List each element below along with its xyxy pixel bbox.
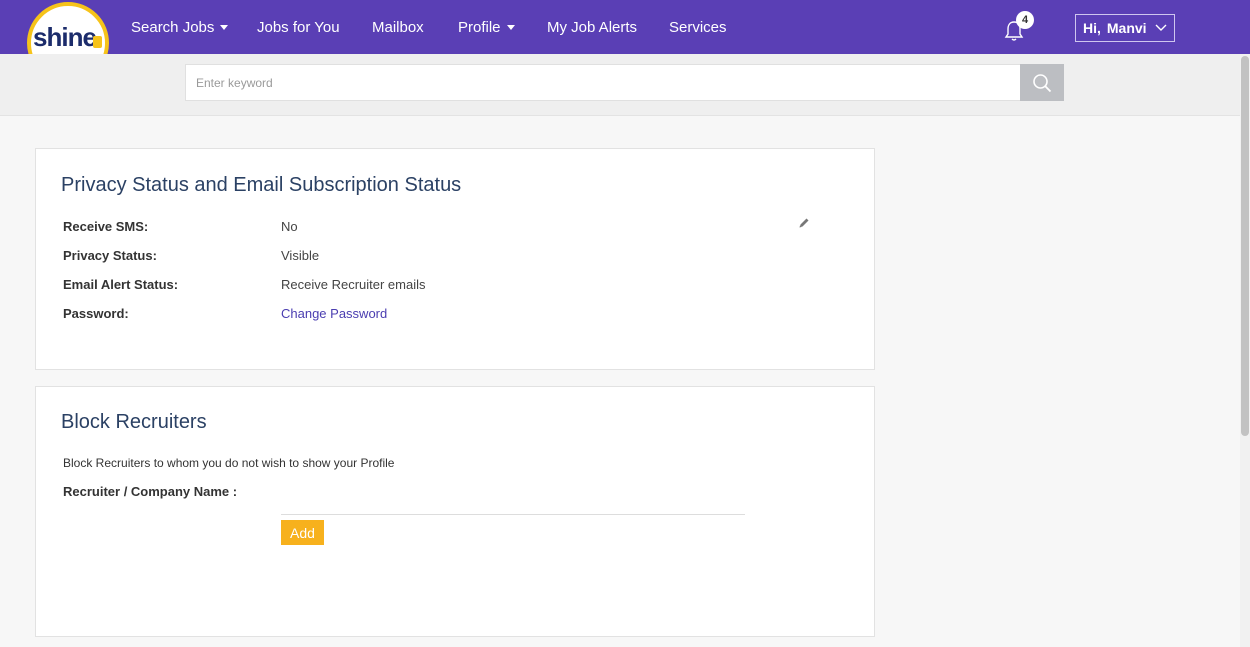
- greeting: Hi,: [1083, 20, 1101, 36]
- search-input[interactable]: [185, 64, 1021, 101]
- receive-sms-value: No: [281, 219, 298, 234]
- nav-my-job-alerts[interactable]: My Job Alerts: [547, 0, 637, 54]
- privacy-status-value: Visible: [281, 248, 320, 263]
- nav-services[interactable]: Services: [669, 0, 727, 54]
- recruiter-company-input[interactable]: [281, 491, 745, 515]
- nav-profile[interactable]: Profile: [458, 0, 515, 54]
- shine-logo[interactable]: shine: [27, 2, 109, 54]
- privacy-settings-card: Privacy Status and Email Subscription St…: [35, 148, 875, 370]
- nav-mailbox[interactable]: Mailbox: [372, 0, 424, 54]
- nav-label: Profile: [458, 18, 501, 36]
- user-menu-button[interactable]: Hi, Manvi: [1075, 14, 1175, 42]
- scrollbar-thumb[interactable]: [1241, 56, 1249, 436]
- email-alert-status-value: Receive Recruiter emails: [281, 277, 426, 292]
- top-navbar: shine Search Jobs Jobs for You Mailbox P…: [0, 0, 1250, 54]
- search-bar-region: [0, 54, 1250, 116]
- password-label: Password:: [63, 306, 129, 321]
- nav-search-jobs[interactable]: Search Jobs: [131, 0, 229, 54]
- caret-down-icon: [506, 24, 515, 30]
- caret-down-icon: [220, 24, 229, 30]
- add-button[interactable]: Add: [281, 520, 324, 545]
- user-name: Manvi: [1106, 20, 1147, 36]
- change-password-link[interactable]: Change Password: [281, 306, 387, 321]
- nav-label: My Job Alerts: [547, 18, 638, 36]
- logo-text: shine: [33, 22, 97, 52]
- privacy-card-title: Privacy Status and Email Subscription St…: [61, 174, 462, 196]
- notification-badge: 4: [1016, 11, 1034, 29]
- chevron-down-icon: [1155, 24, 1167, 31]
- email-alert-status-label: Email Alert Status:: [63, 277, 179, 292]
- nav-jobs-for-you[interactable]: Jobs for You: [257, 0, 340, 54]
- recruiter-company-label: Recruiter / Company Name :: [63, 484, 238, 499]
- search-icon: [1033, 73, 1052, 92]
- nav-label: Search Jobs: [131, 18, 215, 36]
- block-description: Block Recruiters to whom you do not wish…: [63, 456, 395, 470]
- privacy-status-label: Privacy Status:: [63, 248, 157, 263]
- logo-dot: [93, 36, 102, 48]
- pencil-edit-icon[interactable]: [798, 217, 810, 229]
- block-recruiters-card: Block Recruiters Block Recruiters to who…: [35, 386, 875, 637]
- search-button[interactable]: [1020, 64, 1064, 101]
- nav-label: Mailbox: [372, 18, 424, 36]
- nav-label: Jobs for You: [257, 18, 340, 36]
- nav-label: Services: [669, 18, 727, 36]
- receive-sms-label: Receive SMS:: [63, 219, 149, 234]
- block-card-title: Block Recruiters: [61, 411, 207, 433]
